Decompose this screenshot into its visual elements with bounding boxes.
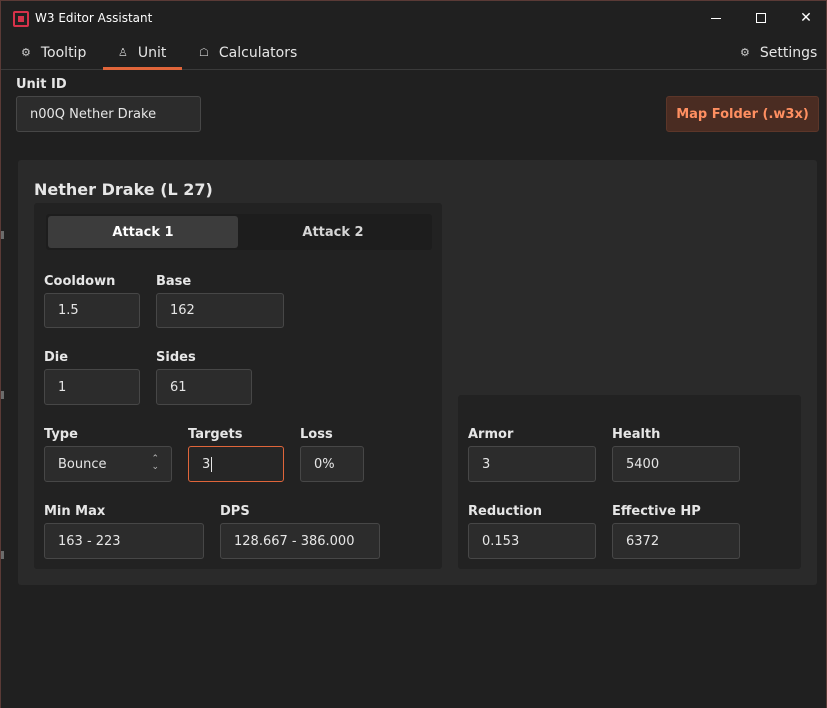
window-edge-marker [1, 551, 4, 559]
effective-hp-output[interactable]: 6372 [612, 523, 740, 559]
cooldown-input[interactable]: 1.5 [44, 293, 140, 328]
window-title: W3 Editor Assistant [35, 11, 153, 25]
armor-value: 3 [482, 456, 491, 472]
cooldown-label: Cooldown [44, 274, 116, 289]
maximize-button[interactable] [738, 1, 784, 35]
reduction-value: 0.153 [482, 533, 520, 549]
cooldown-value: 1.5 [58, 303, 79, 318]
tab-attack-1[interactable]: Attack 1 [48, 216, 238, 248]
type-value: Bounce [58, 456, 107, 472]
minimize-button[interactable] [693, 1, 739, 35]
nav-settings-label: Settings [759, 44, 818, 61]
map-folder-button-label: Map Folder (.w3x) [676, 106, 809, 122]
sides-input[interactable]: 61 [156, 369, 252, 405]
gear-icon: ⚙ [740, 46, 750, 59]
maximize-icon [756, 13, 766, 23]
effective-hp-value: 6372 [626, 533, 660, 549]
nav-tab-unit[interactable]: ♙ Unit [118, 35, 166, 70]
map-folder-button[interactable]: Map Folder (.w3x) [666, 96, 819, 132]
unit-id-value: n00Q Nether Drake [30, 106, 157, 122]
title-bar: W3 Editor Assistant ✕ [1, 1, 826, 35]
base-value: 162 [170, 303, 195, 318]
armor-label: Armor [468, 427, 514, 442]
unit-id-label: Unit ID [16, 77, 67, 92]
chevron-up-down-icon: ⌃ ⌄ [151, 454, 159, 472]
base-label: Base [156, 274, 192, 289]
health-input[interactable]: 5400 [612, 446, 740, 482]
nav-tab-calculators-label: Calculators [218, 44, 298, 61]
dps-value: 128.667 - 386.000 [234, 533, 355, 549]
type-label: Type [44, 427, 78, 442]
nav-tab-tooltip[interactable]: ⚙ Tooltip [21, 35, 86, 70]
loss-label: Loss [300, 427, 333, 442]
minimize-icon [711, 17, 721, 19]
targets-input[interactable]: 3 [188, 446, 284, 482]
targets-value: 3 [202, 456, 211, 472]
calculator-icon: ☖ [199, 46, 209, 59]
effective-hp-label: Effective HP [612, 504, 701, 519]
tab-attack-2-label: Attack 2 [302, 224, 364, 240]
dps-label: DPS [220, 504, 250, 519]
window-edge-marker [1, 391, 4, 399]
die-value: 1 [58, 379, 67, 395]
min-max-output[interactable]: 163 - 223 [44, 523, 204, 559]
health-label: Health [612, 427, 661, 442]
close-icon: ✕ [800, 10, 812, 26]
die-input[interactable]: 1 [44, 369, 140, 405]
loss-input[interactable]: 0% [300, 446, 364, 482]
app-window: W3 Editor Assistant ✕ ⚙ Tooltip ♙ Unit ☖… [0, 0, 827, 708]
armor-input[interactable]: 3 [468, 446, 596, 482]
min-max-label: Min Max [44, 504, 106, 519]
main-nav: ⚙ Tooltip ♙ Unit ☖ Calculators ⚙ Setting… [1, 35, 826, 70]
text-caret [211, 456, 213, 472]
targets-label: Targets [188, 427, 243, 442]
die-label: Die [44, 350, 69, 365]
health-value: 5400 [626, 456, 660, 472]
min-max-value: 163 - 223 [58, 533, 121, 549]
tab-attack-2[interactable]: Attack 2 [238, 216, 428, 248]
nav-tab-calculators[interactable]: ☖ Calculators [199, 35, 297, 70]
nav-tab-tooltip-label: Tooltip [40, 44, 87, 61]
close-button[interactable]: ✕ [783, 1, 827, 35]
nav-settings[interactable]: ⚙ Settings [740, 35, 817, 70]
nav-tab-unit-label: Unit [137, 44, 167, 61]
type-select[interactable]: Bounce ⌃ ⌄ [44, 446, 172, 482]
base-input[interactable]: 162 [156, 293, 284, 328]
reduction-label: Reduction [468, 504, 542, 519]
active-tab-indicator [103, 67, 182, 70]
tab-attack-1-label: Attack 1 [112, 224, 174, 240]
unit-id-input[interactable]: n00Q Nether Drake [16, 96, 201, 132]
reduction-output[interactable]: 0.153 [468, 523, 596, 559]
unit-title: Nether Drake (L 27) [34, 180, 213, 199]
person-icon: ♙ [118, 46, 128, 59]
window-edge-marker [1, 231, 4, 239]
dps-output[interactable]: 128.667 - 386.000 [220, 523, 380, 559]
sliders-icon: ⚙ [21, 46, 31, 59]
sides-value: 61 [170, 379, 187, 395]
app-logo-icon [13, 11, 29, 27]
sides-label: Sides [156, 350, 196, 365]
loss-value: 0% [314, 456, 335, 472]
